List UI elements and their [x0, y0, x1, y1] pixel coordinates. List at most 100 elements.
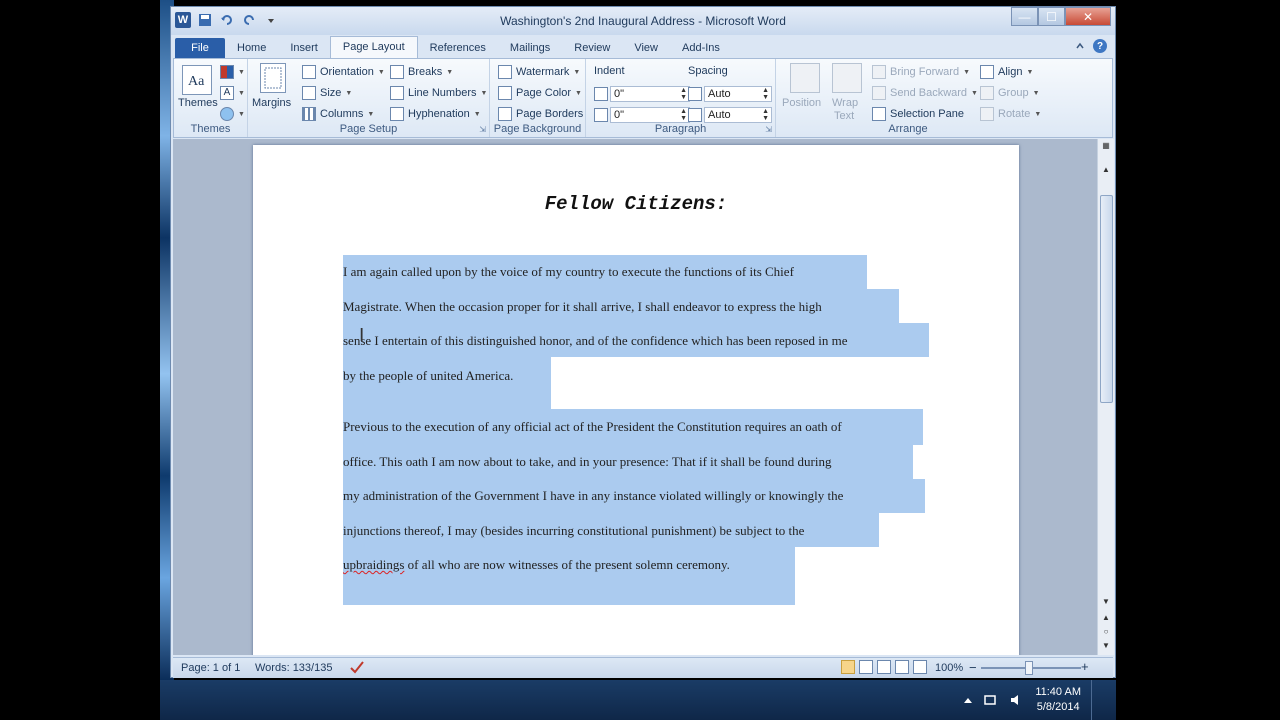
position-icon[interactable]: [790, 63, 820, 93]
paragraph-2-line: injunctions thereof, I may (besides incu…: [343, 522, 805, 538]
proofing-icon[interactable]: [349, 660, 365, 677]
zoom-in-button[interactable]: +: [1081, 659, 1089, 674]
tab-page-layout[interactable]: Page Layout: [329, 36, 418, 58]
scroll-down-icon[interactable]: ▼: [1098, 597, 1114, 611]
rotate-icon: [980, 107, 994, 121]
watermark-label: Watermark: [516, 66, 570, 78]
arrange-group: Position Wrap Text Bring Forward ▼ Send B…: [776, 59, 1041, 137]
themes-group-label: Themes: [190, 123, 231, 135]
wrap-text-icon[interactable]: [832, 63, 862, 93]
maximize-button[interactable]: ☐: [1038, 7, 1065, 26]
breaks-button[interactable]: Breaks ▼: [390, 65, 453, 79]
full-screen-reading-icon[interactable]: [859, 660, 873, 677]
print-layout-icon[interactable]: [841, 660, 855, 677]
size-label: Size: [320, 87, 342, 99]
vertical-scrollbar[interactable]: ▦ ▲ ▼ ▲ ○ ▼: [1097, 139, 1114, 655]
paragraph-1[interactable]: I am again called upon by the voice of m…: [343, 255, 933, 393]
show-hidden-icons-icon[interactable]: [963, 695, 973, 705]
draft-icon[interactable]: [913, 660, 927, 677]
indent-left-input[interactable]: 0" ▲ ▼: [610, 86, 690, 102]
word-count[interactable]: Words: 133/135: [255, 662, 332, 674]
margins-button[interactable]: Margins: [252, 97, 291, 109]
columns-button[interactable]: Columns ▼: [302, 107, 374, 121]
page-borders-label: Page Borders: [516, 108, 584, 120]
group-button[interactable]: Group ▼: [980, 86, 1040, 100]
indent-right-icon: [594, 108, 608, 122]
document-area[interactable]: Fellow Citizens: I am again called upon …: [173, 139, 1097, 655]
orientation-icon: [302, 65, 316, 79]
zoom-level[interactable]: 100%: [935, 662, 963, 674]
themes-icon[interactable]: Aa: [182, 65, 212, 95]
clock[interactable]: 11:40 AM 5/8/2014: [1035, 685, 1081, 715]
page-borders-button[interactable]: Page Borders: [498, 107, 583, 121]
tab-insert[interactable]: Insert: [278, 38, 330, 58]
margins-icon[interactable]: [260, 63, 286, 93]
paragraph-group-label: Paragraph: [654, 123, 707, 135]
page-count[interactable]: Page: 1 of 1: [181, 662, 240, 674]
misspelled-word[interactable]: upbraidings: [343, 557, 404, 572]
hyphenation-button[interactable]: Hyphenation ▼: [390, 107, 481, 121]
theme-colors-icon[interactable]: ▼: [220, 65, 245, 79]
page-borders-icon: [498, 107, 512, 121]
position-button[interactable]: Position: [782, 97, 821, 109]
volume-icon[interactable]: [1009, 693, 1025, 707]
select-browse-object-icon[interactable]: ○: [1098, 627, 1114, 641]
paragraph-2[interactable]: Previous to the execution of any officia…: [343, 410, 933, 583]
network-icon[interactable]: [983, 693, 999, 707]
minimize-button[interactable]: —: [1011, 7, 1038, 26]
previous-page-icon[interactable]: ▲: [1098, 613, 1114, 627]
next-page-icon[interactable]: ▼: [1098, 641, 1114, 655]
wrap-text-button-line2[interactable]: Text: [834, 110, 854, 122]
close-button[interactable]: ✕: [1065, 7, 1111, 26]
ribbon: Aa Themes ▼ A ▼ ▼ Themes Margins Orientat…: [173, 58, 1113, 138]
zoom-slider-thumb[interactable]: [1025, 661, 1033, 675]
show-desktop-button[interactable]: [1091, 680, 1106, 720]
scroll-up-icon[interactable]: ▲: [1098, 165, 1114, 179]
tab-add-ins[interactable]: Add-Ins: [670, 38, 732, 58]
wrap-text-button-line1[interactable]: Wrap: [832, 97, 858, 109]
spacing-after-input[interactable]: Auto ▲ ▼: [704, 107, 772, 123]
scroll-thumb[interactable]: [1100, 195, 1113, 403]
send-backward-icon: [872, 86, 886, 100]
tab-view[interactable]: View: [622, 38, 670, 58]
tab-file[interactable]: File: [175, 38, 225, 58]
theme-fonts-icon[interactable]: A ▼: [220, 86, 245, 100]
title-bar: W Washington's 2nd Inaugural Address - M…: [171, 7, 1115, 35]
size-icon: [302, 86, 316, 100]
web-layout-icon[interactable]: [877, 660, 891, 677]
page-color-button[interactable]: Page Color ▼: [498, 86, 582, 100]
page-setup-group: Margins Orientation ▼ Size ▼ Columns ▼ Brea…: [248, 59, 490, 137]
indent-right-input[interactable]: 0" ▲ ▼: [610, 107, 690, 123]
paragraph-group: Indent Spacing 0" ▲ ▼ 0" ▲ ▼ Auto ▲ ▼ Auto ▲ ▼ ⇲…: [586, 59, 776, 137]
document-heading[interactable]: Fellow Citizens:: [253, 193, 1019, 215]
spacing-before-value: Auto: [708, 88, 731, 100]
paragraph-2-line: upbraidings of all who are now witnesses…: [343, 548, 933, 583]
watermark-button[interactable]: Watermark ▼: [498, 65, 580, 79]
ruler-toggle-icon[interactable]: ▦: [1098, 141, 1114, 155]
orientation-button[interactable]: Orientation ▼: [302, 65, 385, 79]
tab-mailings[interactable]: Mailings: [498, 38, 562, 58]
minimize-ribbon-icon[interactable]: [1075, 41, 1085, 51]
bring-forward-button[interactable]: Bring Forward ▼: [872, 65, 970, 79]
selection-pane-button[interactable]: Selection Pane: [872, 107, 964, 121]
outline-icon[interactable]: [895, 660, 909, 677]
document-page[interactable]: Fellow Citizens: I am again called upon …: [253, 145, 1019, 655]
themes-button[interactable]: Themes: [178, 97, 218, 109]
paragraph-1-line: sense I entertain of this distinguished …: [343, 333, 848, 348]
tab-references[interactable]: References: [418, 38, 498, 58]
zoom-out-button[interactable]: −: [969, 660, 977, 675]
page-setup-group-label: Page Setup: [339, 123, 398, 135]
spacing-label: Spacing: [688, 65, 728, 77]
size-button[interactable]: Size ▼: [302, 86, 352, 100]
tab-review[interactable]: Review: [562, 38, 622, 58]
align-button[interactable]: Align ▼: [980, 65, 1033, 79]
line-numbers-button[interactable]: Line Numbers ▼: [390, 86, 487, 100]
spacing-before-input[interactable]: Auto ▲ ▼: [704, 86, 772, 102]
send-backward-button[interactable]: Send Backward ▼: [872, 86, 978, 100]
window-controls: — ☐ ✕: [1011, 7, 1111, 26]
theme-effects-icon[interactable]: ▼: [220, 107, 245, 121]
indent-label: Indent: [594, 65, 625, 77]
tab-home[interactable]: Home: [225, 38, 278, 58]
help-icon[interactable]: ?: [1093, 39, 1107, 53]
rotate-button[interactable]: Rotate ▼: [980, 107, 1041, 121]
